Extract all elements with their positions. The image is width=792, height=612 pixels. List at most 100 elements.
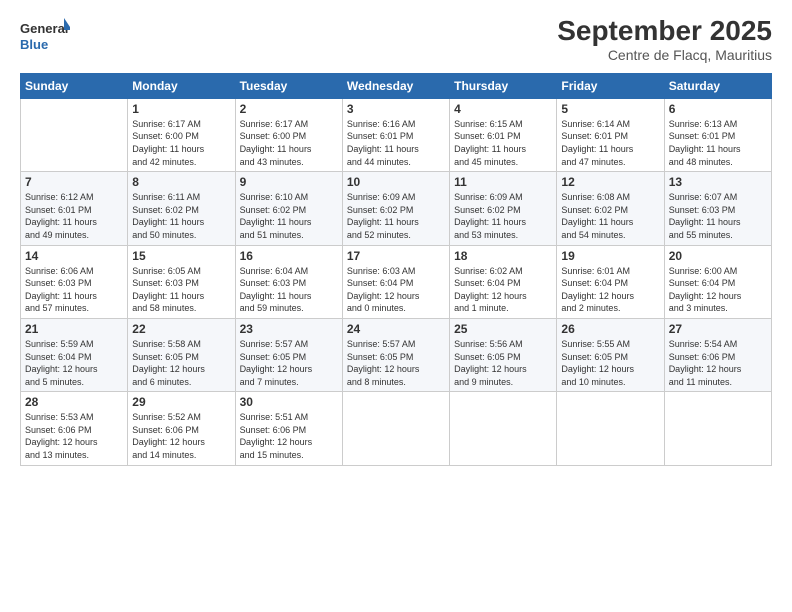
day-number: 16 xyxy=(240,249,338,263)
day-info: Sunrise: 5:57 AMSunset: 6:05 PMDaylight:… xyxy=(240,338,338,388)
calendar-cell xyxy=(557,392,664,465)
week-row: 1 Sunrise: 6:17 AMSunset: 6:00 PMDaylight… xyxy=(21,98,772,171)
day-number: 8 xyxy=(132,175,230,189)
day-of-week-header: Thursday xyxy=(450,73,557,98)
day-of-week-header: Friday xyxy=(557,73,664,98)
day-number: 12 xyxy=(561,175,659,189)
title-block: September 2025 Centre de Flacq, Mauritiu… xyxy=(557,16,772,63)
header-row: SundayMondayTuesdayWednesdayThursdayFrid… xyxy=(21,73,772,98)
day-info: Sunrise: 6:09 AMSunset: 6:02 PMDaylight:… xyxy=(347,191,445,241)
day-info: Sunrise: 6:02 AMSunset: 6:04 PMDaylight:… xyxy=(454,265,552,315)
day-number: 29 xyxy=(132,395,230,409)
calendar-cell xyxy=(21,98,128,171)
calendar-cell: 19 Sunrise: 6:01 AMSunset: 6:04 PMDayligh… xyxy=(557,245,664,318)
day-info: Sunrise: 6:09 AMSunset: 6:02 PMDaylight:… xyxy=(454,191,552,241)
day-info: Sunrise: 5:58 AMSunset: 6:05 PMDaylight:… xyxy=(132,338,230,388)
day-info: Sunrise: 6:11 AMSunset: 6:02 PMDaylight:… xyxy=(132,191,230,241)
day-number: 13 xyxy=(669,175,767,189)
day-number: 20 xyxy=(669,249,767,263)
day-info: Sunrise: 5:59 AMSunset: 6:04 PMDaylight:… xyxy=(25,338,123,388)
day-number: 3 xyxy=(347,102,445,116)
calendar-cell: 7 Sunrise: 6:12 AMSunset: 6:01 PMDaylight… xyxy=(21,172,128,245)
calendar-cell: 23 Sunrise: 5:57 AMSunset: 6:05 PMDayligh… xyxy=(235,318,342,391)
day-number: 27 xyxy=(669,322,767,336)
calendar-cell: 26 Sunrise: 5:55 AMSunset: 6:05 PMDayligh… xyxy=(557,318,664,391)
day-number: 17 xyxy=(347,249,445,263)
day-number: 15 xyxy=(132,249,230,263)
day-info: Sunrise: 6:15 AMSunset: 6:01 PMDaylight:… xyxy=(454,118,552,168)
day-number: 28 xyxy=(25,395,123,409)
day-info: Sunrise: 5:53 AMSunset: 6:06 PMDaylight:… xyxy=(25,411,123,461)
calendar-cell: 2 Sunrise: 6:17 AMSunset: 6:00 PMDaylight… xyxy=(235,98,342,171)
calendar-cell: 14Sunrise: 6:06 AMSunset: 6:03 PMDayligh… xyxy=(21,245,128,318)
day-info: Sunrise: 6:14 AMSunset: 6:01 PMDaylight:… xyxy=(561,118,659,168)
day-info: Sunrise: 6:17 AMSunset: 6:00 PMDaylight:… xyxy=(240,118,338,168)
calendar-cell: 24Sunrise: 5:57 AMSunset: 6:05 PMDayligh… xyxy=(342,318,449,391)
day-info: Sunrise: 5:56 AMSunset: 6:05 PMDaylight:… xyxy=(454,338,552,388)
calendar-cell xyxy=(450,392,557,465)
day-number: 10 xyxy=(347,175,445,189)
calendar-cell: 29Sunrise: 5:52 AMSunset: 6:06 PMDayligh… xyxy=(128,392,235,465)
day-number: 30 xyxy=(240,395,338,409)
day-info: Sunrise: 6:12 AMSunset: 6:01 PMDaylight:… xyxy=(25,191,123,241)
calendar-cell xyxy=(664,392,771,465)
calendar-cell: 6 Sunrise: 6:13 AMSunset: 6:01 PMDaylight… xyxy=(664,98,771,171)
day-info: Sunrise: 6:04 AMSunset: 6:03 PMDaylight:… xyxy=(240,265,338,315)
day-info: Sunrise: 6:03 AMSunset: 6:04 PMDaylight:… xyxy=(347,265,445,315)
calendar-cell: 1 Sunrise: 6:17 AMSunset: 6:00 PMDaylight… xyxy=(128,98,235,171)
day-number: 22 xyxy=(132,322,230,336)
day-info: Sunrise: 6:13 AMSunset: 6:01 PMDaylight:… xyxy=(669,118,767,168)
day-info: Sunrise: 6:08 AMSunset: 6:02 PMDaylight:… xyxy=(561,191,659,241)
calendar-cell: 5Sunrise: 6:14 AMSunset: 6:01 PMDaylight… xyxy=(557,98,664,171)
week-row: 21Sunrise: 5:59 AMSunset: 6:04 PMDayligh… xyxy=(21,318,772,391)
day-info: Sunrise: 5:55 AMSunset: 6:05 PMDaylight:… xyxy=(561,338,659,388)
day-number: 19 xyxy=(561,249,659,263)
day-of-week-header: Saturday xyxy=(664,73,771,98)
day-number: 6 xyxy=(669,102,767,116)
calendar-cell: 13 Sunrise: 6:07 AMSunset: 6:03 PMDayligh… xyxy=(664,172,771,245)
calendar-cell: 3 Sunrise: 6:16 AMSunset: 6:01 PMDaylight… xyxy=(342,98,449,171)
calendar-cell: 25Sunrise: 5:56 AMSunset: 6:05 PMDayligh… xyxy=(450,318,557,391)
day-number: 24 xyxy=(347,322,445,336)
day-info: Sunrise: 5:51 AMSunset: 6:06 PMDaylight:… xyxy=(240,411,338,461)
day-number: 4 xyxy=(454,102,552,116)
logo-svg: General Blue xyxy=(20,16,70,54)
day-of-week-header: Tuesday xyxy=(235,73,342,98)
page: General Blue September 2025 Centre de Fl… xyxy=(0,0,792,612)
day-info: Sunrise: 6:07 AMSunset: 6:03 PMDaylight:… xyxy=(669,191,767,241)
day-number: 7 xyxy=(25,175,123,189)
day-number: 26 xyxy=(561,322,659,336)
calendar-cell: 18Sunrise: 6:02 AMSunset: 6:04 PMDayligh… xyxy=(450,245,557,318)
day-info: Sunrise: 5:54 AMSunset: 6:06 PMDaylight:… xyxy=(669,338,767,388)
calendar-cell: 8 Sunrise: 6:11 AMSunset: 6:02 PMDaylight… xyxy=(128,172,235,245)
day-info: Sunrise: 6:01 AMSunset: 6:04 PMDaylight:… xyxy=(561,265,659,315)
calendar-cell: 15Sunrise: 6:05 AMSunset: 6:03 PMDayligh… xyxy=(128,245,235,318)
calendar-cell: 10 Sunrise: 6:09 AMSunset: 6:02 PMDayligh… xyxy=(342,172,449,245)
subtitle: Centre de Flacq, Mauritius xyxy=(557,47,772,63)
calendar-cell: 17 Sunrise: 6:03 AMSunset: 6:04 PMDayligh… xyxy=(342,245,449,318)
day-info: Sunrise: 6:16 AMSunset: 6:01 PMDaylight:… xyxy=(347,118,445,168)
day-info: Sunrise: 6:06 AMSunset: 6:03 PMDaylight:… xyxy=(25,265,123,315)
day-info: Sunrise: 6:00 AMSunset: 6:04 PMDaylight:… xyxy=(669,265,767,315)
day-of-week-header: Monday xyxy=(128,73,235,98)
svg-text:General: General xyxy=(20,21,68,36)
week-row: 14Sunrise: 6:06 AMSunset: 6:03 PMDayligh… xyxy=(21,245,772,318)
day-number: 11 xyxy=(454,175,552,189)
calendar-cell: 9Sunrise: 6:10 AMSunset: 6:02 PMDaylight… xyxy=(235,172,342,245)
calendar-cell: 4 Sunrise: 6:15 AMSunset: 6:01 PMDaylight… xyxy=(450,98,557,171)
day-number: 1 xyxy=(132,102,230,116)
day-info: Sunrise: 6:17 AMSunset: 6:00 PMDaylight:… xyxy=(132,118,230,168)
calendar-cell: 21Sunrise: 5:59 AMSunset: 6:04 PMDayligh… xyxy=(21,318,128,391)
svg-text:Blue: Blue xyxy=(20,37,48,52)
logo: General Blue xyxy=(20,16,70,54)
day-of-week-header: Sunday xyxy=(21,73,128,98)
calendar-cell: 16 Sunrise: 6:04 AMSunset: 6:03 PMDayligh… xyxy=(235,245,342,318)
calendar-cell: 22 Sunrise: 5:58 AMSunset: 6:05 PMDayligh… xyxy=(128,318,235,391)
day-of-week-header: Wednesday xyxy=(342,73,449,98)
calendar-cell: 12 Sunrise: 6:08 AMSunset: 6:02 PMDayligh… xyxy=(557,172,664,245)
day-number: 2 xyxy=(240,102,338,116)
calendar-cell: 27 Sunrise: 5:54 AMSunset: 6:06 PMDayligh… xyxy=(664,318,771,391)
calendar-cell: 30 Sunrise: 5:51 AMSunset: 6:06 PMDayligh… xyxy=(235,392,342,465)
day-number: 23 xyxy=(240,322,338,336)
week-row: 28 Sunrise: 5:53 AMSunset: 6:06 PMDayligh… xyxy=(21,392,772,465)
